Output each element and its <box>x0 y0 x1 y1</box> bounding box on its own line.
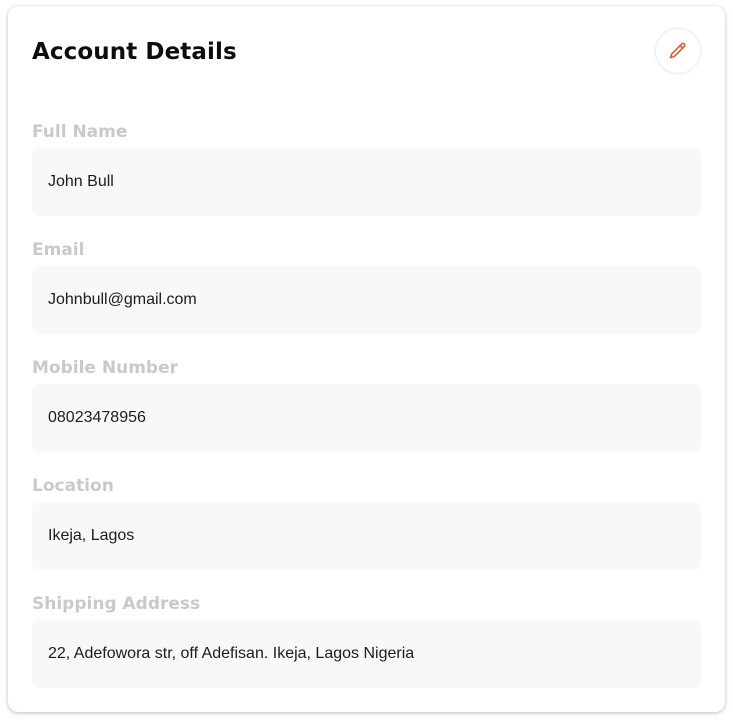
location-field: Location Ikeja, Lagos <box>32 476 701 570</box>
email-input[interactable]: Johnbull@gmail.com <box>32 266 701 334</box>
mobile-number-label: Mobile Number <box>32 358 178 378</box>
shipping-address-input[interactable]: 22, Adefowora str, off Adefisan. Ikeja, … <box>32 620 701 688</box>
edit-button[interactable] <box>656 29 700 73</box>
pencil-icon <box>668 41 688 61</box>
email-label: Email <box>32 240 85 260</box>
shipping-address-value: 22, Adefowora str, off Adefisan. Ikeja, … <box>48 645 415 662</box>
mobile-number-field: Mobile Number 08023478956 <box>32 358 701 452</box>
mobile-number-value: 08023478956 <box>48 409 146 426</box>
shipping-address-label: Shipping Address <box>32 594 201 614</box>
location-label: Location <box>32 476 114 496</box>
email-field: Email Johnbull@gmail.com <box>32 240 701 334</box>
full-name-label: Full Name <box>32 122 128 142</box>
full-name-value: John Bull <box>48 173 114 190</box>
card-title: Account Details <box>32 39 237 65</box>
location-value: Ikeja, Lagos <box>48 527 135 544</box>
account-details-card: Account Details Full Name John Bull Emai… <box>8 6 725 712</box>
full-name-input[interactable]: John Bull <box>32 148 701 216</box>
location-input[interactable]: Ikeja, Lagos <box>32 502 701 570</box>
full-name-field: Full Name John Bull <box>32 122 701 216</box>
email-value: Johnbull@gmail.com <box>48 291 197 308</box>
mobile-number-input[interactable]: 08023478956 <box>32 384 701 452</box>
shipping-address-field: Shipping Address 22, Adefowora str, off … <box>32 594 701 688</box>
